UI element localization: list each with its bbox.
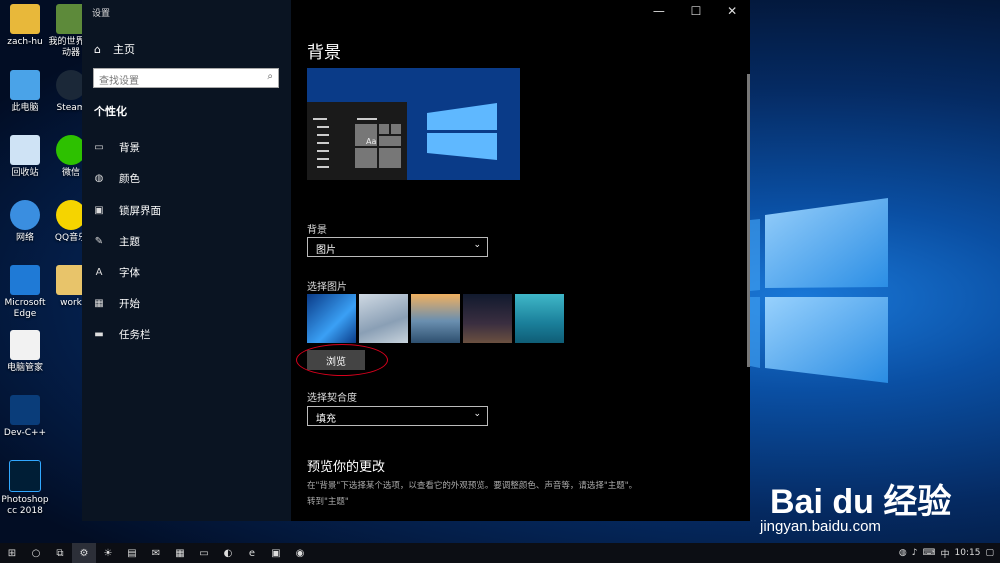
search-button[interactable]: ○ xyxy=(24,543,48,563)
chevron-down-icon: ⌄ xyxy=(473,409,481,419)
chevron-down-icon: ⌄ xyxy=(473,240,481,250)
network-icon[interactable]: ◍ xyxy=(899,548,907,558)
thumbnail-underwater[interactable] xyxy=(515,294,564,343)
nav-section-title: 个性化 xyxy=(94,105,127,118)
edge-icon xyxy=(10,265,40,295)
fit-label: 选择契合度 xyxy=(307,393,357,404)
themes-link[interactable]: 转到"主题" xyxy=(307,495,349,507)
paint-app-icon[interactable]: ◐ xyxy=(216,543,240,563)
nav-home[interactable]: ⌂ 主页 xyxy=(94,41,135,57)
home-icon: ⌂ xyxy=(94,42,101,56)
volume-icon[interactable]: ♪ xyxy=(912,548,918,558)
nav-item-fonts[interactable]: A 字体 xyxy=(93,265,140,280)
search-input[interactable]: 查找设置 ⌕ xyxy=(93,68,279,88)
choose-picture-label: 选择图片 xyxy=(307,282,347,293)
nav-item-background[interactable]: ▭ 背景 xyxy=(93,140,140,155)
thumbnail-night-sky[interactable] xyxy=(463,294,512,343)
start-icon: ▦ xyxy=(94,298,104,309)
desktop-icon-computer[interactable]: 此电脑 xyxy=(0,70,50,114)
brightness-app-icon[interactable]: ☀ xyxy=(96,543,120,563)
keyboard-icon[interactable]: ⌨ xyxy=(923,548,936,558)
nav-item-colors[interactable]: ◍ 颜色 xyxy=(93,171,140,186)
font-icon: A xyxy=(95,267,103,278)
highlight-ring xyxy=(296,344,388,376)
settings-taskbar-icon[interactable]: ⚙ xyxy=(72,543,96,563)
dev-cpp-icon xyxy=(10,395,40,425)
picture-thumbnails xyxy=(307,294,564,343)
page-title: 背景 xyxy=(307,43,341,63)
desktop-icon-edge[interactable]: Microsoft Edge xyxy=(0,265,50,320)
thumbnail-windows[interactable] xyxy=(307,294,356,343)
desktop-icon-pcmanager[interactable]: 电脑管家 xyxy=(0,330,50,374)
pc-manager-icon xyxy=(10,330,40,360)
settings-window: 设置 ⌂ 主页 查找设置 ⌕ 个性化 ▭ 背景 ◍ 颜色 ▣ 锁屏界面 ✎ 主题 A 字体… xyxy=(82,0,750,521)
background-dropdown[interactable]: 图片 ⌄ xyxy=(307,237,488,257)
thumbnail-beach[interactable] xyxy=(411,294,460,343)
user-folder-icon xyxy=(10,4,40,34)
background-preview: Aa xyxy=(307,68,520,180)
window-title: 设置 xyxy=(92,9,111,19)
fit-dropdown[interactable]: 填充 ⌄ xyxy=(307,406,488,426)
nav-item-taskbar[interactable]: ▬ 任务栏 xyxy=(93,327,150,342)
preview-description: 在"背景"下选择某个选项，以查看它的外观预览。要调整颜色、声音等，请选择"主题"… xyxy=(307,481,638,491)
thumbnail-snow[interactable] xyxy=(359,294,408,343)
preview-heading: 预览你的更改 xyxy=(307,460,386,475)
search-placeholder: 查找设置 xyxy=(99,76,139,87)
settings-content: 背景 Aa 背景 图片 ⌄ 选择图片 浏览 选择契合度 填充 ⌄ 预览你的更改 … xyxy=(291,0,750,521)
nav-item-start[interactable]: ▦ 开始 xyxy=(93,296,140,311)
palette-icon: ◍ xyxy=(94,173,104,184)
monitor-app-icon[interactable]: ▣ xyxy=(264,543,288,563)
nav-item-themes[interactable]: ✎ 主题 xyxy=(93,234,140,249)
desktop-icon-devcpp[interactable]: Dev-C++ xyxy=(0,395,50,439)
desktop-icon-photoshop[interactable]: Photoshop cc 2018 xyxy=(0,460,50,517)
chrome-taskbar-icon[interactable]: ◉ xyxy=(288,543,312,563)
photoshop-icon xyxy=(9,460,41,492)
search-icon: ⌕ xyxy=(267,71,273,82)
notification-icon[interactable]: ▢ xyxy=(985,548,994,558)
theme-icon: ✎ xyxy=(94,236,104,247)
computer-icon xyxy=(10,70,40,100)
desktop-icon-recycle[interactable]: 回收站 xyxy=(0,135,50,179)
calendar-app-icon[interactable]: ▤ xyxy=(120,543,144,563)
nav-item-lockscreen[interactable]: ▣ 锁屏界面 xyxy=(93,203,161,218)
clock[interactable]: 10:15 xyxy=(955,548,981,558)
recycle-bin-icon xyxy=(10,135,40,165)
system-tray: ◍ ♪ ⌨ 中 10:15 ▢ xyxy=(899,543,1000,563)
taskbar-icon: ▬ xyxy=(94,329,104,340)
lock-screen-icon: ▣ xyxy=(94,205,104,216)
edge-taskbar-icon[interactable]: e xyxy=(240,543,264,563)
desktop-icon-network[interactable]: 网络 xyxy=(0,200,50,244)
ime-indicator[interactable]: 中 xyxy=(941,547,950,560)
background-label: 背景 xyxy=(307,225,327,236)
start-button[interactable]: ⊞ xyxy=(0,543,24,563)
picture-icon: ▭ xyxy=(94,142,104,153)
preview-tile-text: Aa xyxy=(366,137,377,146)
taskbar: ⊞ ○ ⧉ ⚙ ☀ ▤ ✉ ▦ ▭ ◐ e ▣ ◉ ◍ ♪ ⌨ 中 10:15 … xyxy=(0,543,1000,563)
mail-app-icon[interactable]: ✉ xyxy=(144,543,168,563)
network-icon xyxy=(10,200,40,230)
desktop-icon-user[interactable]: zach-hu xyxy=(0,4,50,48)
file-explorer-icon[interactable]: ▭ xyxy=(192,543,216,563)
task-view-button[interactable]: ⧉ xyxy=(48,543,72,563)
watermark-url: jingyan.baidu.com xyxy=(760,518,881,535)
calculator-app-icon[interactable]: ▦ xyxy=(168,543,192,563)
scrollbar[interactable] xyxy=(747,74,750,367)
baidu-logo: Bai du 经验 xyxy=(770,483,952,521)
settings-nav: 设置 ⌂ 主页 查找设置 ⌕ 个性化 ▭ 背景 ◍ 颜色 ▣ 锁屏界面 ✎ 主题 A 字体… xyxy=(82,0,291,521)
